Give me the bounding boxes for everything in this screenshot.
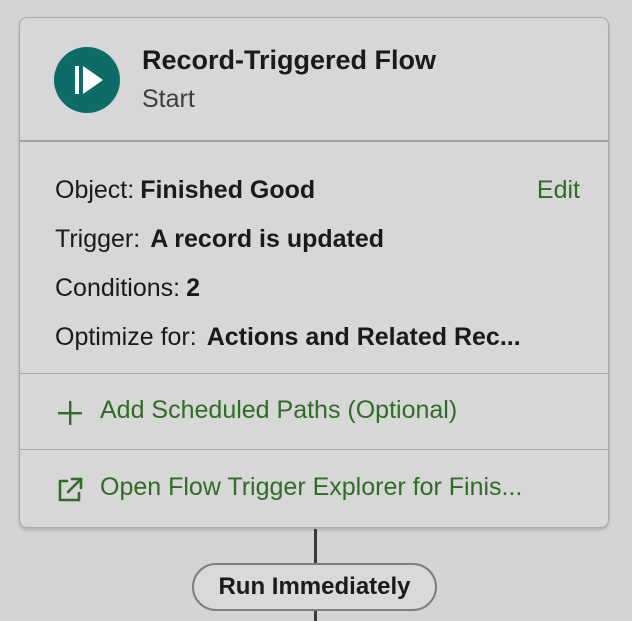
plus-icon [55,398,85,428]
optimize-row: Optimize for: Actions and Related Rec... [55,323,521,352]
trigger-label: Trigger: [55,225,141,253]
add-scheduled-paths-label: Add Scheduled Paths (Optional) [100,396,458,424]
trigger-details: Object: Finished Good Edit Trigger: A reco… [20,142,608,374]
conditions-value: 2 [186,274,200,302]
flow-type-title: Record-Triggered Flow [142,45,437,75]
trigger-value: A record is updated [150,225,385,253]
optimize-label: Optimize for: [55,323,197,351]
start-element-card[interactable]: Record-Triggered Flow Start Object: Finis… [19,17,609,528]
start-element-header: Record-Triggered Flow Start [20,18,608,142]
optimize-value: Actions and Related Rec... [206,323,521,351]
object-label: Object: [55,176,135,204]
element-subtitle: Start [142,85,195,113]
conditions-row: Conditions: 2 [55,274,200,303]
object-row: Object: Finished Good [55,176,315,205]
external-link-icon [55,475,85,505]
conditions-label: Conditions: [55,274,181,302]
flow-connector-line-lower [314,611,317,621]
object-value: Finished Good [140,176,316,204]
edit-link[interactable]: Edit [537,176,580,205]
flow-connector-line [314,529,317,563]
open-flow-trigger-explorer-label: Open Flow Trigger Explorer for Finis... [100,473,523,501]
open-flow-trigger-explorer-link[interactable]: Open Flow Trigger Explorer for Finis... [20,451,608,527]
run-immediately-path-label[interactable]: Run Immediately [192,563,437,611]
play-icon [54,47,120,113]
add-scheduled-paths-button[interactable]: Add Scheduled Paths (Optional) [20,374,608,450]
trigger-row: Trigger: A record is updated [55,225,384,254]
